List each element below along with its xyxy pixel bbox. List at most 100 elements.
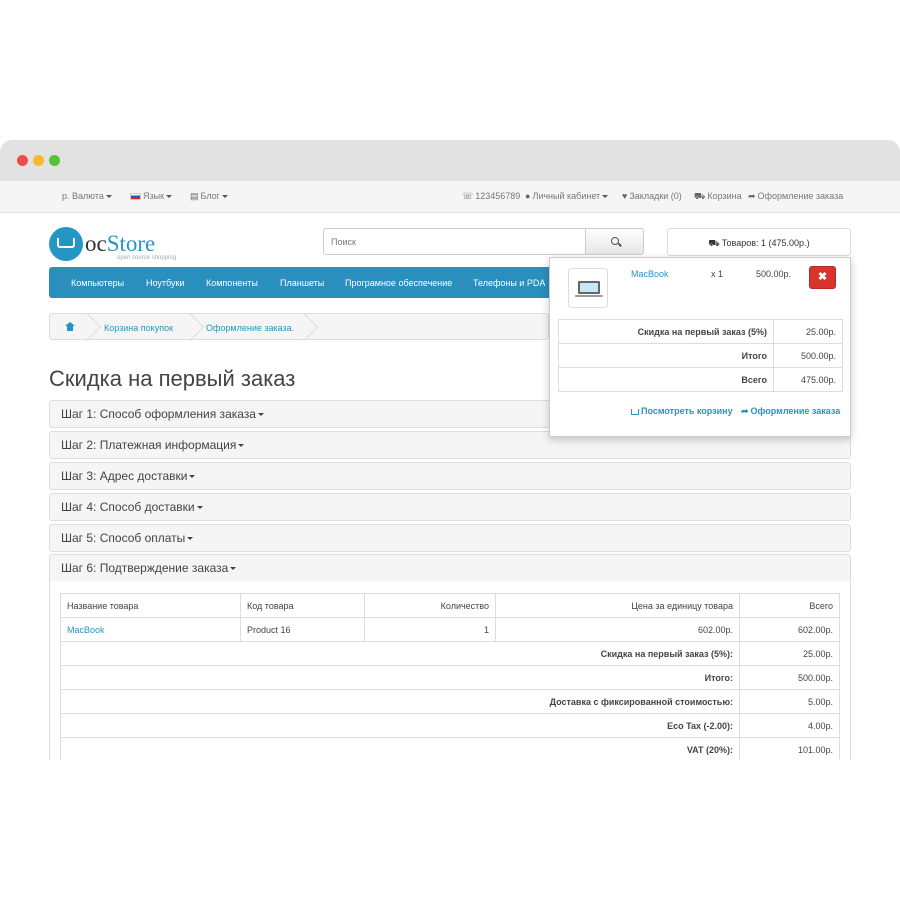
table-row: MacBook Product 16 1 602.00р. 602.00р. (60, 617, 840, 642)
step-5-label: Шаг 5: Способ оплаты (61, 531, 186, 545)
logo-text: ocStore (85, 231, 156, 256)
close-icon: ✖ (817, 271, 828, 283)
page-title: Скидка на первый заказ (49, 366, 296, 391)
menu-item-computers[interactable]: Компьютеры (71, 278, 124, 288)
totals-row: Доставка с фиксированной стоимостью: 5.0… (60, 689, 840, 714)
header-total: Всего (739, 593, 840, 618)
logo-cart-icon (49, 227, 83, 261)
chevron-down-icon (257, 413, 264, 417)
cart-total-button[interactable]: ⛟ Товаров: 1 (475.00р.) (667, 228, 851, 256)
browser-window: р. Валюта Язык ▤ Блог ☏ 123456789 ● Личный … (0, 140, 900, 760)
dropdown-checkout-link[interactable]: ➦ Оформление заказа (741, 406, 840, 417)
dropdown-product-qty: x 1 (711, 269, 724, 279)
totals-value: 4.00р. (739, 713, 840, 738)
top-bar: р. Валюта Язык ▤ Блог ☏ 123456789 ● Личный … (0, 181, 900, 213)
dropdown-product-link[interactable]: MacBook (631, 269, 669, 279)
step-4-header[interactable]: Шаг 4: Способ доставки (49, 493, 851, 521)
dropdown-product-price: 500.00р. (756, 269, 792, 279)
checkout-label: Оформление заказа (757, 191, 844, 201)
search-input[interactable] (323, 228, 586, 255)
totals-row: Итого: 500.00р. (60, 665, 840, 690)
laptop-icon (578, 281, 600, 294)
step-1-label: Шаг 1: Способ оформления заказа (61, 407, 256, 421)
wishlist-label: Закладки (0) (629, 191, 682, 201)
totals-row: Итого 500.00р. (558, 343, 843, 368)
chevron-down-icon (238, 444, 245, 448)
breadcrumb: Корзина покупок Оформление заказа. (49, 313, 549, 340)
currency-label: р. Валюта (62, 191, 104, 201)
search-icon (611, 237, 619, 245)
cart-icon: ⛟ (694, 191, 706, 201)
totals-row: Eco Tax (-2.00): 4.00р. (60, 713, 840, 738)
window-titlebar (0, 140, 900, 181)
phone-link[interactable]: ☏ 123456789 (462, 191, 520, 202)
close-window-dot[interactable] (17, 155, 28, 166)
step-4-label: Шаг 4: Способ доставки (61, 500, 195, 514)
checkout-link[interactable]: ➦ Оформление заказа (748, 191, 843, 202)
chevron-down-icon (196, 506, 203, 510)
totals-label: Итого (558, 343, 774, 368)
view-cart-link[interactable]: Посмотреть корзину (631, 406, 733, 416)
step-3-header[interactable]: Шаг 3: Адрес доставки (49, 462, 851, 490)
menu-item-laptops[interactable]: Ноутбуки (146, 278, 184, 288)
search-button[interactable] (585, 228, 644, 255)
wishlist-link[interactable]: ♥ Закладки (0) (622, 191, 682, 201)
chevron-down-icon (230, 567, 237, 571)
dropdown-totals-table: Скидка на первый заказ (5%) 25.00р. Итог… (558, 319, 843, 392)
header-product-name: Название товара (60, 593, 241, 618)
product-thumbnail[interactable] (568, 268, 608, 308)
totals-label: Eco Tax (-2.00): (60, 713, 740, 738)
currency-dropdown[interactable]: р. Валюта (62, 191, 112, 201)
cart-label: Корзина (707, 191, 742, 201)
menu-item-phones[interactable]: Телефоны и PDA (473, 278, 545, 288)
totals-row: Всего 475.00р. (558, 367, 843, 392)
step-6-header[interactable]: Шаг 6: Подтверждение заказа (49, 554, 851, 582)
totals-value: 25.00р. (773, 319, 843, 344)
language-label: Язык (143, 191, 165, 201)
totals-label: VAT (20%): (60, 737, 740, 760)
account-dropdown[interactable]: ● Личный кабинет (525, 191, 609, 201)
chevron-down-icon (166, 195, 173, 199)
cart-link[interactable]: ⛟ Корзина (694, 191, 742, 203)
product-price-cell: 602.00р. (495, 617, 740, 642)
step-5-header[interactable]: Шаг 5: Способ оплаты (49, 524, 851, 552)
step-3-label: Шаг 3: Адрес доставки (61, 469, 188, 483)
totals-row: Скидка на первый заказ (5%) 25.00р. (558, 319, 843, 344)
breadcrumb-checkout[interactable]: Оформление заказа. (206, 323, 294, 333)
minimize-window-dot[interactable] (33, 155, 44, 166)
totals-label: Скидка на первый заказ (5%): (60, 641, 740, 666)
product-quantity-cell: 1 (364, 617, 496, 642)
step-2-label: Шаг 2: Платежная информация (61, 438, 237, 452)
totals-label: Скидка на первый заказ (5%) (558, 319, 774, 344)
product-name-cell: MacBook (60, 617, 241, 642)
remove-item-button[interactable]: ✖ (809, 266, 836, 289)
breadcrumb-separator (294, 313, 312, 340)
totals-value: 25.00р. (739, 641, 840, 666)
totals-label: Доставка с фиксированной стоимостью: (60, 689, 740, 714)
totals-value: 5.00р. (739, 689, 840, 714)
blog-dropdown[interactable]: ▤ Блог (190, 191, 228, 202)
maximize-window-dot[interactable] (49, 155, 60, 166)
share-icon: ➦ (748, 191, 756, 201)
book-icon: ▤ (190, 191, 199, 201)
product-link[interactable]: MacBook (67, 625, 105, 635)
cart-icon: ⛟ (708, 238, 720, 248)
chevron-down-icon (189, 475, 196, 479)
product-model-cell: Product 16 (240, 617, 365, 642)
totals-value: 475.00р. (773, 367, 843, 392)
menu-item-software[interactable]: Програмное обеспечение (345, 278, 452, 288)
cart-icon (631, 408, 639, 415)
blog-label: Блог (200, 191, 220, 201)
header-model: Код товара (240, 593, 365, 618)
breadcrumb-cart[interactable]: Корзина покупок (104, 323, 173, 333)
phone-label: 123456789 (475, 191, 521, 201)
product-total-cell: 602.00р. (739, 617, 840, 642)
language-dropdown[interactable]: Язык (130, 191, 173, 201)
totals-label: Итого: (60, 665, 740, 690)
russian-flag-icon (130, 193, 141, 201)
chevron-down-icon (187, 537, 194, 541)
cart-total-label: Товаров: 1 (475.00р.) (721, 238, 810, 248)
menu-item-components[interactable]: Компоненты (206, 278, 258, 288)
menu-item-tablets[interactable]: Планшеты (280, 278, 324, 288)
order-table: Название товара Код товара Количество Це… (60, 593, 840, 760)
